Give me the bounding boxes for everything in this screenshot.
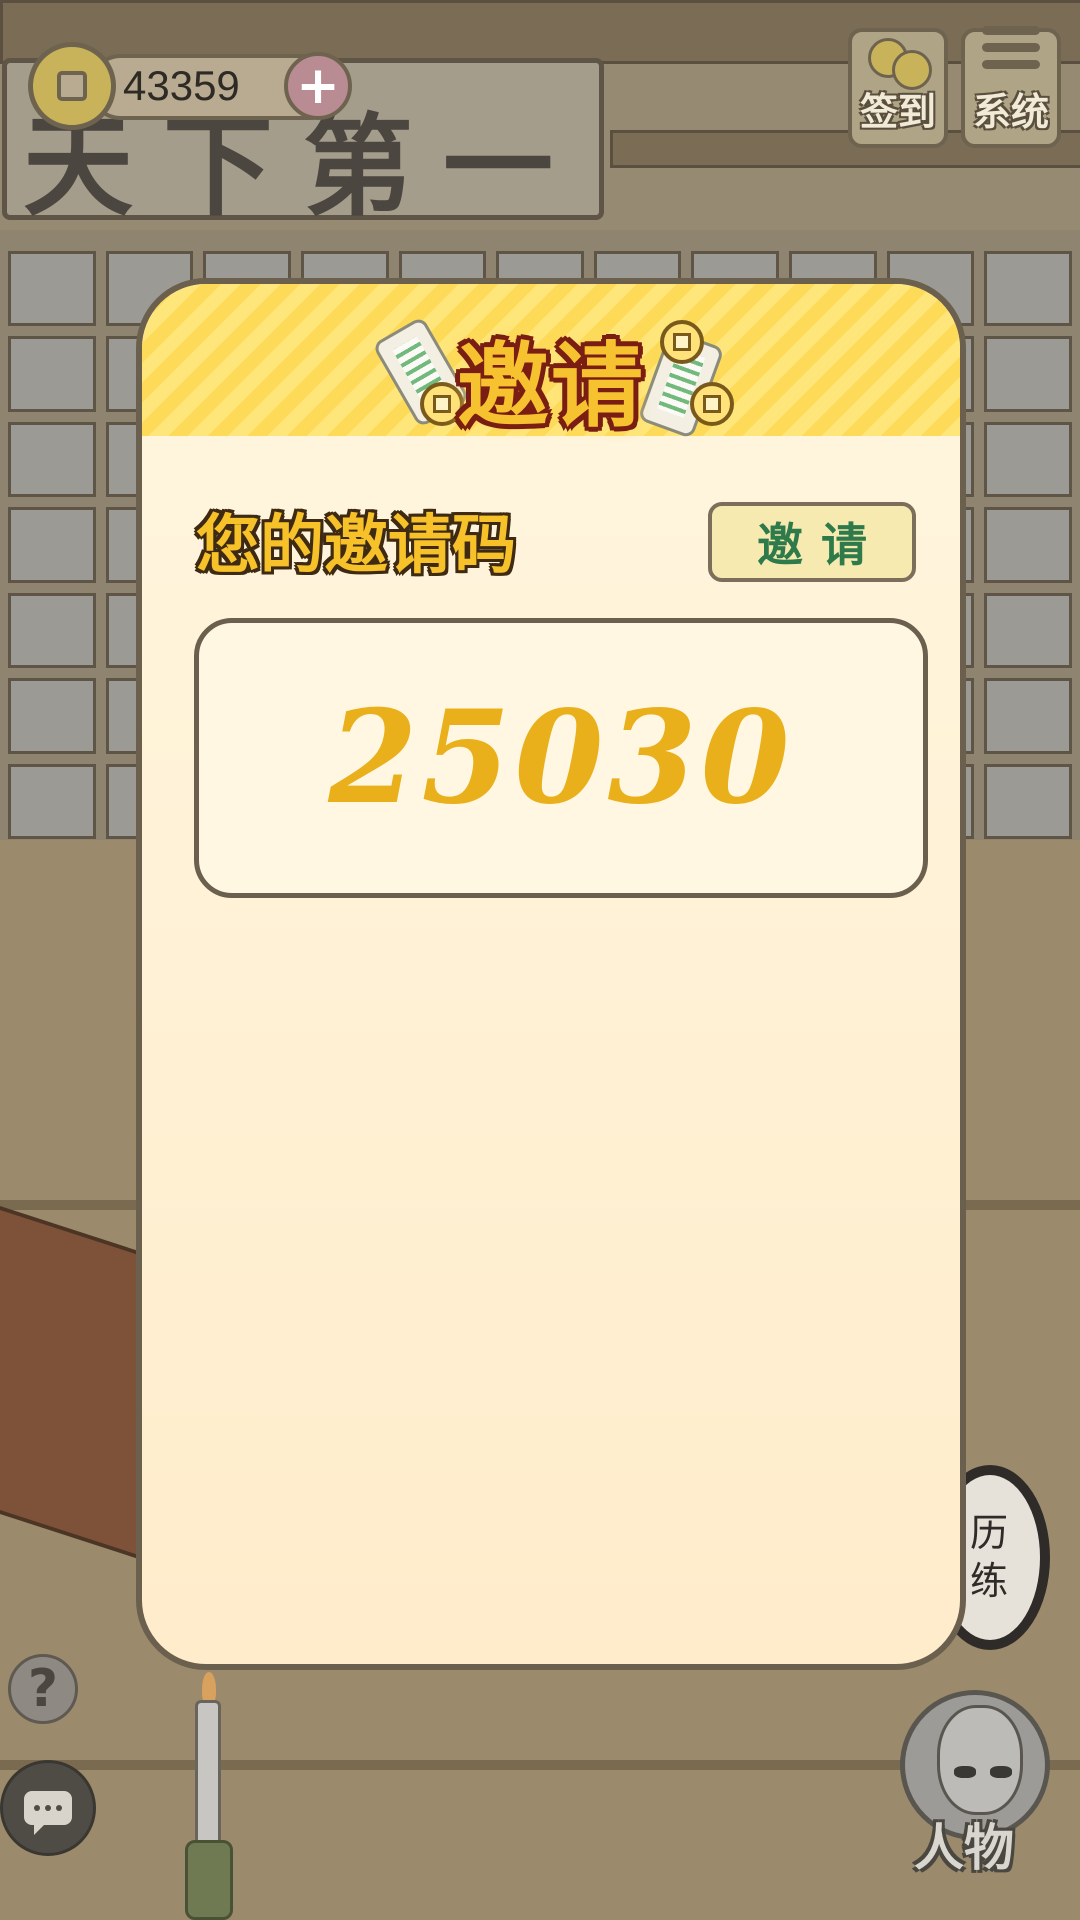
coin-value: 43359 (123, 62, 240, 109)
candle (195, 1700, 221, 1850)
invite-code-box: 25030 (194, 618, 928, 898)
dialog-title: 邀请 (456, 333, 645, 440)
candle-holder (185, 1840, 233, 1920)
system-label: 系统 (972, 90, 1049, 134)
chat-icon (24, 1791, 72, 1835)
add-coins-button[interactable]: + (284, 52, 352, 120)
signin-button[interactable]: 签到 (848, 28, 948, 148)
coin-icon (690, 382, 734, 426)
invite-button[interactable]: 邀请 (708, 502, 916, 582)
question-icon: ? (27, 1659, 59, 1719)
coin-counter: 43359 + (28, 42, 352, 132)
training-label: 历练 (970, 1511, 1009, 1603)
invite-title-banner: 邀请 (142, 312, 960, 445)
signin-label: 签到 (859, 90, 936, 134)
menu-icon (982, 26, 1040, 69)
character-label: 人物 (914, 1819, 1014, 1877)
help-button[interactable]: ? (8, 1654, 78, 1724)
chat-button[interactable] (0, 1760, 96, 1856)
coin-icon (28, 42, 116, 130)
plus-icon: + (296, 56, 340, 116)
character-face-icon (937, 1705, 1023, 1815)
invite-code-label: 您的邀请码 (196, 509, 516, 583)
invite-dialog: 邀请 您的邀请码 邀请 25030 (136, 278, 966, 1670)
coin-bag-icon (864, 32, 932, 90)
character-button[interactable]: 人物 (900, 1690, 1050, 1877)
coin-icon (660, 320, 704, 364)
invite-code-value: 25030 (328, 683, 794, 833)
system-menu-button[interactable]: 系统 (961, 26, 1061, 148)
